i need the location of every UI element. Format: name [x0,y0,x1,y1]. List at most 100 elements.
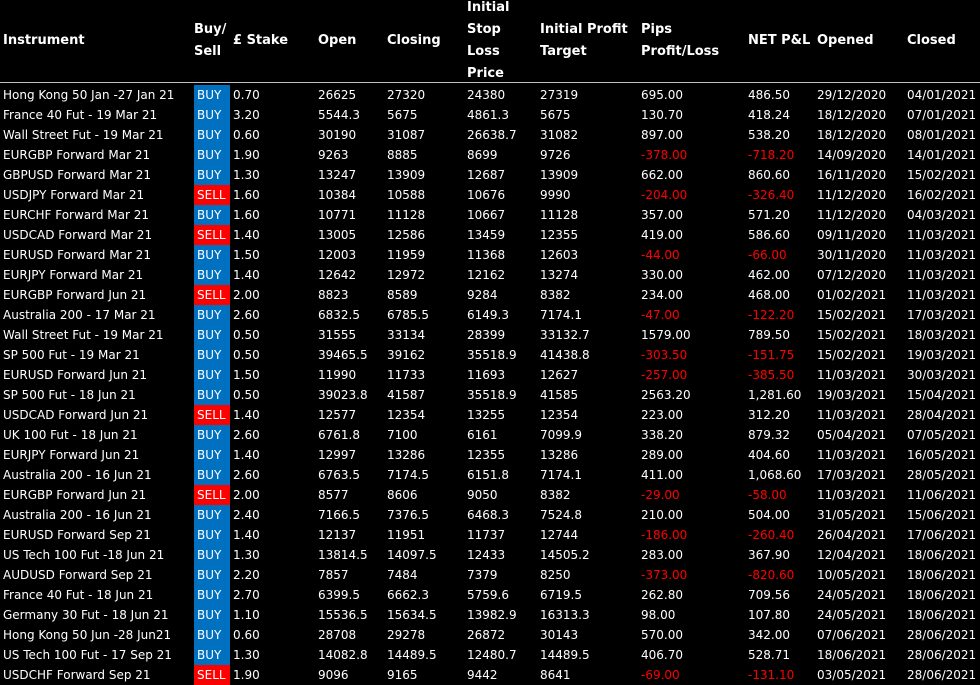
cell-pnl: 879.32 [748,428,790,442]
table-row: USDCAD Forward Mar 21 SELL 1.40 13005 12586 1… [0,225,980,245]
cell-opened: 24/05/2021 [817,588,887,602]
cell-instrument: AUDUSD Forward Sep 21 [3,568,153,582]
cell-open: 13005 [318,228,357,242]
cell-stake: 3.20 [233,108,260,122]
cell-side: BUY [194,325,230,345]
cell-opened: 09/11/2020 [817,228,887,242]
cell-stop: 26638.7 [467,128,517,142]
cell-side: BUY [194,565,230,585]
cell-target: 6719.5 [540,588,582,602]
cell-stop: 8699 [467,148,498,162]
cell-closing: 13909 [387,168,426,182]
cell-opened: 17/03/2021 [817,468,887,482]
table-row: SP 500 Fut - 18 Jun 21 BUY 0.50 39023.8 4158… [0,385,980,405]
cell-stake: 0.70 [233,88,260,102]
cell-open: 26625 [318,88,357,102]
table-row: EURGBP Forward Mar 21 BUY 1.90 9263 8885 8699… [0,145,980,165]
cell-pips: 262.80 [641,588,683,602]
table-row: USDCHF Forward Sep 21 SELL 1.90 9096 9165 944… [0,665,980,685]
cell-closing: 31087 [387,128,426,142]
cell-stop: 6151.8 [467,468,509,482]
cell-instrument: USDCAD Forward Jun 21 [3,408,149,422]
cell-open: 9263 [318,148,349,162]
table-header: Instrument Buy/ Sell £ Stake Open Closing Ini… [0,0,980,83]
cell-pnl: -718.20 [748,148,795,162]
cell-closing: 10588 [387,188,426,202]
cell-open: 8577 [318,488,349,502]
cell-stop: 9284 [467,288,498,302]
cell-stop: 11368 [467,248,506,262]
cell-stake: 1.30 [233,548,260,562]
cell-stop: 9050 [467,488,498,502]
cell-side: SELL [194,185,230,205]
table-row: AUDUSD Forward Sep 21 BUY 2.20 7857 7484 7379… [0,565,980,585]
cell-pips: 283.00 [641,548,683,562]
cell-target: 13286 [540,448,579,462]
cell-open: 13814.5 [318,548,368,562]
cell-instrument: USDJPY Forward Mar 21 [3,188,145,202]
cell-pips: -44.00 [641,248,680,262]
cell-pnl: 586.60 [748,228,790,242]
cell-stop: 9442 [467,668,498,682]
cell-closing: 41587 [387,388,426,402]
cell-pips: 234.00 [641,288,683,302]
cell-stop: 24380 [467,88,506,102]
cell-pnl: 709.56 [748,588,790,602]
cell-instrument: SP 500 Fut - 18 Jun 21 [3,388,136,402]
cell-instrument: France 40 Fut - 19 Mar 21 [3,108,158,122]
cell-opened: 07/12/2020 [817,268,887,282]
cell-pnl: -385.50 [748,368,795,382]
cell-open: 39023.8 [318,388,368,402]
table-row: Australia 200 - 16 Jun 21 BUY 2.40 7166.5 73… [0,505,980,525]
cell-closed: 18/06/2021 [907,548,977,562]
cell-side: BUY [194,345,230,365]
cell-closing: 14097.5 [387,548,437,562]
cell-target: 14505.2 [540,548,590,562]
cell-opened: 12/04/2021 [817,548,887,562]
cell-open: 7166.5 [318,508,360,522]
cell-pnl: 789.50 [748,328,790,342]
cell-stake: 1.40 [233,228,260,242]
cell-target: 9726 [540,148,571,162]
cell-closed: 28/06/2021 [907,628,977,642]
cell-instrument: Hong Kong 50 Jun -28 Jun21 [3,628,172,642]
cell-target: 16313.3 [540,608,590,622]
cell-open: 12642 [318,268,357,282]
cell-side: BUY [194,625,230,645]
cell-stake: 0.60 [233,128,260,142]
cell-instrument: Australia 200 - 17 Mar 21 [3,308,156,322]
table-row: France 40 Fut - 19 Mar 21 BUY 3.20 5544.3 56… [0,105,980,125]
cell-stop: 13255 [467,408,506,422]
cell-closing: 8885 [387,148,418,162]
cell-opened: 11/03/2021 [817,488,887,502]
cell-opened: 19/03/2021 [817,388,887,402]
cell-closed: 16/02/2021 [907,188,977,202]
cell-pnl: 404.60 [748,448,790,462]
cell-opened: 18/06/2021 [817,648,887,662]
cell-target: 12603 [540,248,579,262]
cell-instrument: EURGBP Forward Jun 21 [3,288,147,302]
cell-pnl: 367.90 [748,548,790,562]
cell-instrument: US Tech 100 Fut - 17 Sep 21 [3,648,172,662]
cell-stop: 6161 [467,428,498,442]
cell-stop: 12162 [467,268,506,282]
cell-stake: 2.00 [233,488,260,502]
column-header-instrument: Instrument [3,33,85,48]
column-header-side: Buy/ Sell [194,22,227,59]
cell-pips: 330.00 [641,268,683,282]
cell-opened: 18/12/2020 [817,128,887,142]
cell-closed: 15/06/2021 [907,508,977,522]
cell-closed: 11/06/2021 [907,488,977,502]
cell-stop: 12433 [467,548,506,562]
cell-pnl: 342.00 [748,628,790,642]
cell-opened: 11/12/2020 [817,188,887,202]
cell-stake: 2.60 [233,468,260,482]
cell-stake: 1.50 [233,368,260,382]
cell-target: 8641 [540,668,571,682]
cell-closed: 07/05/2021 [907,428,977,442]
cell-side: BUY [194,125,230,145]
cell-stop: 12355 [467,448,506,462]
cell-closed: 18/06/2021 [907,608,977,622]
cell-instrument: Australia 200 - 16 Jun 21 [3,468,152,482]
cell-closed: 17/06/2021 [907,528,977,542]
